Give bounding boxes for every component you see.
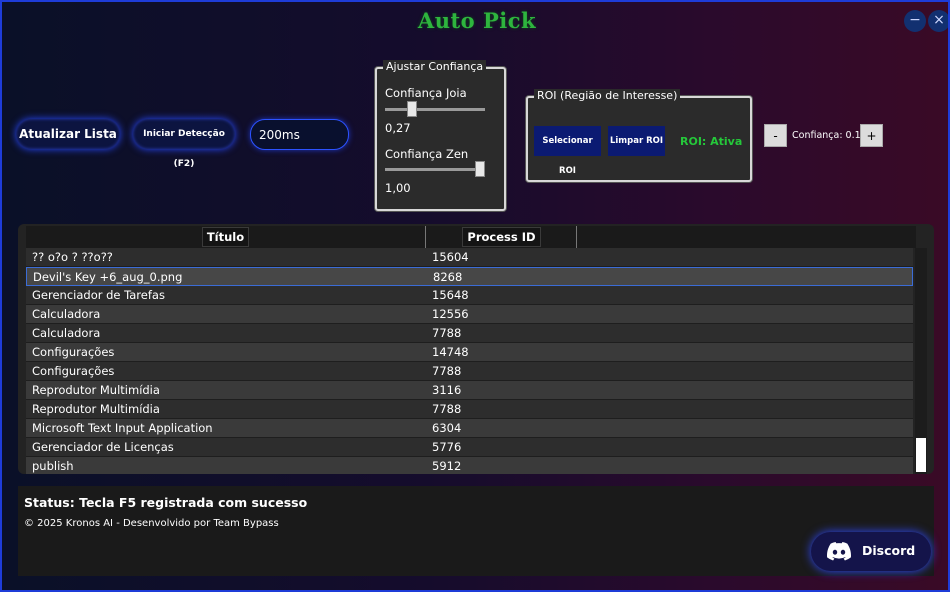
jewel-confidence-value: 0,27 bbox=[385, 121, 411, 135]
row-title: Reprodutor Multimídia bbox=[32, 383, 160, 397]
process-list: Título Process ID ?? o?o ? ??o?? 15604 Dev… bbox=[18, 224, 934, 474]
roi-confidence-readout: Confiança: 0.1 bbox=[792, 130, 861, 141]
column-header-title[interactable]: Título bbox=[26, 226, 426, 248]
table-row[interactable]: Microsoft Text Input Application 6304 bbox=[26, 419, 913, 438]
row-title: Calculadora bbox=[32, 307, 101, 321]
row-process-id: 15604 bbox=[432, 250, 469, 264]
row-title: Gerenciador de Licenças bbox=[32, 440, 174, 454]
zen-confidence-thumb[interactable] bbox=[475, 161, 485, 177]
jewel-confidence-slider[interactable] bbox=[385, 101, 485, 117]
table-row[interactable]: publish 5912 bbox=[26, 457, 913, 474]
table-row[interactable]: Configurações 14748 bbox=[26, 343, 913, 362]
select-roi-button[interactable]: Selecionar ROI bbox=[534, 126, 601, 176]
jewel-confidence-thumb[interactable] bbox=[407, 101, 417, 117]
row-process-id: 5776 bbox=[432, 440, 462, 454]
row-title: publish bbox=[32, 459, 74, 473]
zen-confidence-value: 1,00 bbox=[385, 181, 411, 195]
row-process-id: 6304 bbox=[432, 421, 462, 435]
app-window: Auto Pick − × Atualizar Lista Iniciar De… bbox=[0, 0, 950, 592]
zen-confidence-slider[interactable] bbox=[385, 161, 485, 177]
table-row[interactable]: Configurações 7788 bbox=[26, 362, 913, 381]
row-title: Configurações bbox=[32, 364, 115, 378]
table-row[interactable]: Calculadora 7788 bbox=[26, 324, 913, 343]
row-title: Configurações bbox=[32, 345, 115, 359]
row-process-id: 7788 bbox=[432, 364, 462, 378]
discord-button[interactable]: Discord bbox=[811, 532, 931, 571]
discord-icon bbox=[827, 542, 851, 561]
minimize-button[interactable]: − bbox=[904, 10, 926, 32]
process-list-scrollbar[interactable] bbox=[915, 248, 927, 474]
table-row[interactable]: Devil's Key +6_aug_0.png 8268 bbox=[26, 267, 913, 286]
table-row[interactable]: Calculadora 12556 bbox=[26, 305, 913, 324]
confidence-group-legend: Ajustar Confiança bbox=[383, 60, 487, 73]
decrease-confidence-button[interactable]: - bbox=[764, 124, 787, 147]
row-title: Microsoft Text Input Application bbox=[32, 421, 213, 435]
process-list-header: Título Process ID bbox=[26, 226, 916, 248]
row-process-id: 12556 bbox=[432, 307, 469, 321]
column-header-process-id[interactable]: Process ID bbox=[427, 226, 577, 248]
zen-confidence-label: Confiança Zen bbox=[385, 147, 469, 161]
row-process-id: 7788 bbox=[432, 402, 462, 416]
process-list-rows: ?? o?o ? ??o?? 15604 Devil's Key +6_aug_0.… bbox=[26, 248, 913, 474]
row-title: Reprodutor Multimídia bbox=[32, 402, 160, 416]
close-button[interactable]: × bbox=[928, 10, 948, 32]
increase-confidence-button[interactable]: + bbox=[860, 124, 883, 147]
start-detection-button[interactable]: Iniciar Detecção (F2) bbox=[133, 119, 235, 169]
app-title: Auto Pick bbox=[417, 8, 537, 33]
row-process-id: 7788 bbox=[432, 326, 462, 340]
roi-group: ROI (Região de Interesse) Selecionar ROI… bbox=[526, 89, 752, 182]
table-row[interactable]: Gerenciador de Tarefas 15648 bbox=[26, 286, 913, 305]
clear-roi-button[interactable]: Limpar ROI bbox=[608, 126, 665, 156]
discord-label: Discord bbox=[862, 543, 916, 558]
table-row[interactable]: Reprodutor Multimídia 7788 bbox=[26, 400, 913, 419]
row-title: ?? o?o ? ??o?? bbox=[32, 250, 113, 264]
row-title: Calculadora bbox=[32, 326, 101, 340]
row-process-id: 8268 bbox=[433, 270, 463, 284]
confidence-group: Ajustar Confiança Confiança Joia 0,27 Co… bbox=[375, 60, 506, 211]
interval-input[interactable] bbox=[250, 119, 349, 150]
roi-status-label: ROI: Ativa bbox=[680, 135, 743, 148]
row-process-id: 5912 bbox=[432, 459, 462, 473]
refresh-list-button[interactable]: Atualizar Lista bbox=[16, 119, 120, 149]
footer-copyright: © 2025 Kronos AI - Desenvolvido por Team… bbox=[24, 518, 279, 529]
roi-group-legend: ROI (Região de Interesse) bbox=[534, 89, 681, 102]
row-process-id: 15648 bbox=[432, 288, 469, 302]
scrollbar-thumb[interactable] bbox=[916, 438, 926, 472]
table-row[interactable]: Gerenciador de Licenças 5776 bbox=[26, 438, 913, 457]
status-panel: Status: Tecla F5 registrada com sucesso … bbox=[18, 486, 934, 576]
row-process-id: 3116 bbox=[432, 383, 462, 397]
row-title: Gerenciador de Tarefas bbox=[32, 288, 165, 302]
row-title: Devil's Key +6_aug_0.png bbox=[33, 270, 183, 284]
row-process-id: 14748 bbox=[432, 345, 469, 359]
table-row[interactable]: Reprodutor Multimídia 3116 bbox=[26, 381, 913, 400]
table-row[interactable]: ?? o?o ? ??o?? 15604 bbox=[26, 248, 913, 267]
jewel-confidence-label: Confiança Joia bbox=[385, 86, 467, 100]
status-text: Status: Tecla F5 registrada com sucesso bbox=[24, 495, 308, 510]
